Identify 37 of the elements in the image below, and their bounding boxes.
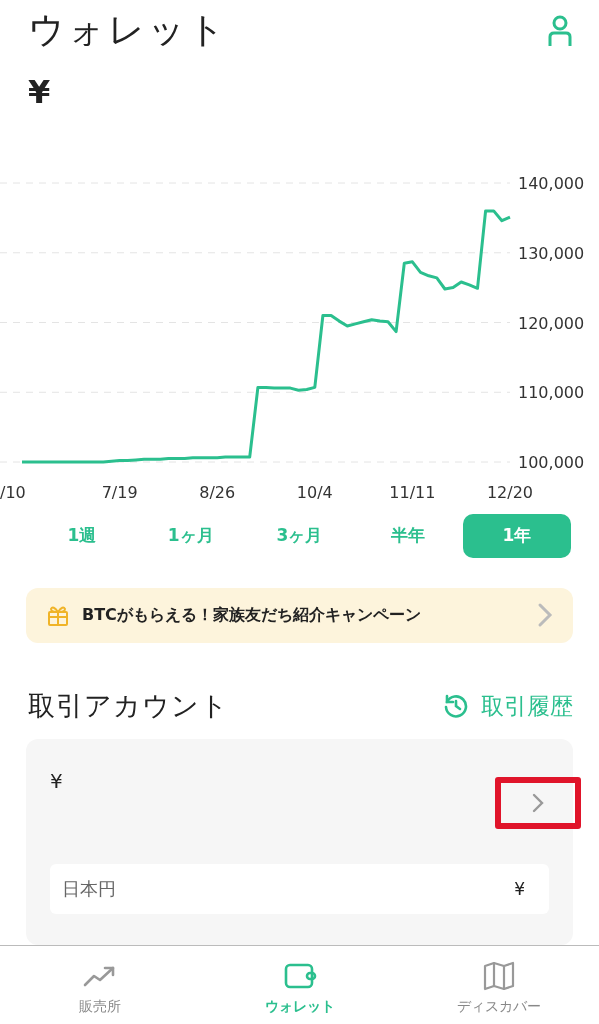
range-tab[interactable]: 3ヶ月 [245, 513, 354, 558]
page-title: ウォレット [28, 8, 228, 52]
nav-tab[interactable]: 販売所 [0, 946, 200, 1024]
axis-tick-label: 120,000 [518, 313, 585, 332]
wallet-icon [282, 962, 317, 990]
map-icon [482, 961, 517, 991]
axis-tick-label: 100,000 [518, 452, 585, 472]
banner-text: BTCがもらえる！家族友だち紹介キャンペーン [82, 604, 422, 626]
asset-row[interactable]: 日本円 ¥ [50, 864, 549, 915]
range-tab[interactable]: 1週 [28, 513, 136, 558]
nav-tab[interactable]: ディスカバー [399, 946, 599, 1024]
asset-value: ¥ [514, 879, 525, 900]
axis-tick-label: 8/26 [199, 482, 236, 502]
chevron-icon [537, 602, 553, 629]
axis-tick-label: 7/19 [101, 482, 138, 502]
trend-icon [82, 965, 117, 987]
asset-label: 日本円 [62, 877, 116, 902]
axis-tick-label: 110,000 [518, 382, 585, 402]
range-tab[interactable]: 半年 [354, 513, 463, 558]
axis-tick-label: 12/20 [486, 482, 534, 502]
chevron-button[interactable] [495, 777, 581, 830]
range-tab[interactable]: 1年 [463, 513, 571, 558]
axis-tick-label: 140,000 [518, 173, 585, 193]
axis-tick-label: /10 [0, 482, 26, 502]
section-title: 取引アカウント [28, 689, 229, 723]
history-link[interactable]: 取引履歴 [481, 690, 573, 722]
chevron-icon [532, 793, 544, 814]
range-tab[interactable]: 1ヶ月 [136, 513, 245, 558]
campaign-banner[interactable]: BTCがもらえる！家族友だち紹介キャンペーン [26, 587, 573, 643]
axis-tick-label: 10/4 [296, 482, 333, 502]
balance-currency: ¥ [27, 72, 52, 113]
axis-tick-label: 11/11 [389, 482, 436, 502]
account-currency: ¥ [50, 769, 63, 794]
history-icon [443, 693, 469, 719]
axis-tick-label: 130,000 [518, 243, 585, 263]
nav-tab[interactable]: ウォレット [199, 946, 400, 1024]
user-icon[interactable] [547, 14, 573, 47]
